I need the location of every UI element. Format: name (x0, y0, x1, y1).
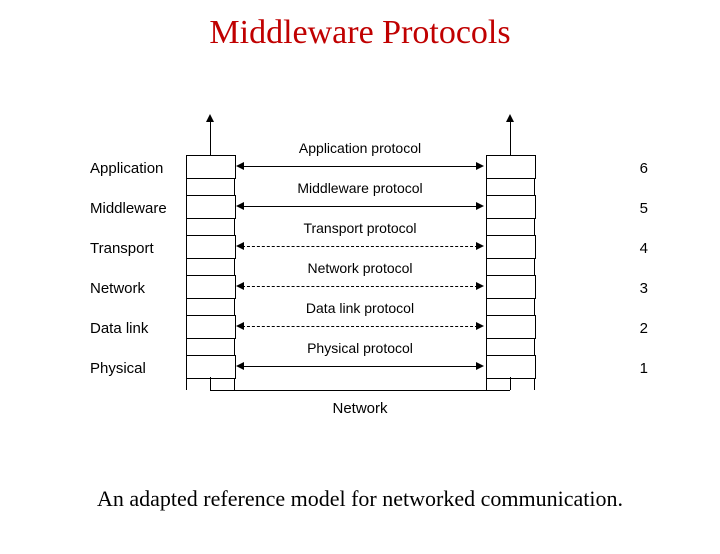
left-box-middleware (186, 195, 236, 219)
layer-label-transport: Transport (90, 240, 180, 257)
protocol-label-network: Network protocol (250, 260, 470, 276)
left-drop-line (210, 377, 211, 390)
layer-label-physical: Physical (90, 360, 180, 377)
protocol-arrow-l-transport (236, 242, 244, 250)
protocol-arrow-l-application (236, 162, 244, 170)
left-up-arrow (206, 114, 214, 122)
protocol-arrow-r-network (476, 282, 484, 290)
protocol-line-transport (242, 246, 478, 247)
right-up-arrow (506, 114, 514, 122)
right-box-middleware (486, 195, 536, 219)
protocol-arrow-r-application (476, 162, 484, 170)
layer-num-2: 2 (628, 320, 648, 337)
left-box-network (186, 275, 236, 299)
caption-text: An adapted reference model for networked… (0, 486, 720, 512)
right-drop-line (510, 377, 511, 390)
page-title: Middleware Protocols (0, 14, 720, 52)
left-box-transport (186, 235, 236, 259)
right-box-transport (486, 235, 536, 259)
protocol-line-physical (242, 366, 478, 367)
right-box-network (486, 275, 536, 299)
layer-num-6: 6 (628, 160, 648, 177)
left-up-line (210, 120, 211, 156)
network-hline (210, 390, 510, 391)
layer-diagram: Application Application protocol 6 Middl… (90, 100, 630, 430)
protocol-arrow-l-datalink (236, 322, 244, 330)
left-box-application (186, 155, 236, 179)
protocol-arrow-r-middleware (476, 202, 484, 210)
protocol-label-middleware: Middleware protocol (250, 180, 470, 196)
left-box-datalink (186, 315, 236, 339)
right-box-application (486, 155, 536, 179)
layer-label-application: Application (90, 160, 180, 177)
protocol-arrow-l-middleware (236, 202, 244, 210)
layer-num-4: 4 (628, 240, 648, 257)
protocol-arrow-l-network (236, 282, 244, 290)
protocol-label-datalink: Data link protocol (250, 300, 470, 316)
protocol-line-middleware (242, 206, 478, 207)
layer-num-1: 1 (628, 360, 648, 377)
protocol-arrow-r-transport (476, 242, 484, 250)
protocol-label-application: Application protocol (250, 140, 470, 156)
right-box-physical (486, 355, 536, 379)
layer-num-3: 3 (628, 280, 648, 297)
layer-label-network: Network (90, 280, 180, 297)
protocol-arrow-l-physical (236, 362, 244, 370)
right-up-line (510, 120, 511, 156)
protocol-line-datalink (242, 326, 478, 327)
protocol-label-transport: Transport protocol (250, 220, 470, 236)
right-box-datalink (486, 315, 536, 339)
layer-label-datalink: Data link (90, 320, 180, 337)
protocol-arrow-r-physical (476, 362, 484, 370)
protocol-label-physical: Physical protocol (250, 340, 470, 356)
left-box-physical (186, 355, 236, 379)
layer-num-5: 5 (628, 200, 648, 217)
protocol-line-application (242, 166, 478, 167)
protocol-arrow-r-datalink (476, 322, 484, 330)
layer-label-middleware: Middleware (90, 200, 180, 217)
protocol-line-network (242, 286, 478, 287)
network-bottom-label: Network (310, 400, 410, 417)
